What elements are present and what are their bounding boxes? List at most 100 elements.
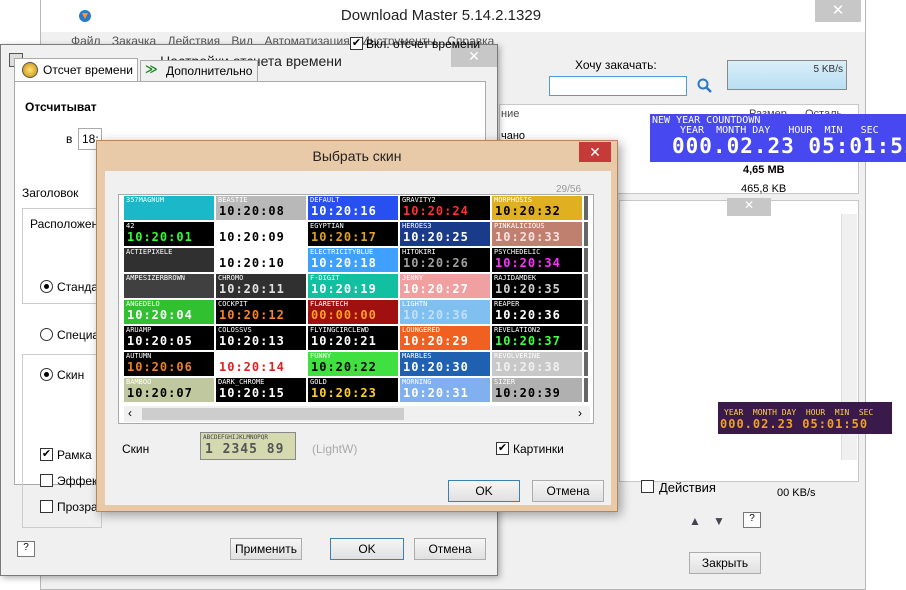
- skin-name: CHROMO: [218, 274, 244, 282]
- skin-tile[interactable]: BRYCE 10:20:10: [216, 248, 306, 272]
- skin-time: 00:00:00: [311, 308, 377, 322]
- skin-tile[interactable]: COLOSSVS 10:20:13: [216, 326, 306, 350]
- skin-tile[interactable]: HEROES3 10:20:25: [400, 222, 490, 246]
- actions-checkbox[interactable]: [641, 480, 654, 493]
- skin-tile[interactable]: BAMBOO 10:20:07: [124, 378, 214, 402]
- cancel-button[interactable]: Отмена: [414, 538, 486, 560]
- countdown-widget-large[interactable]: NEW YEAR COUNTDOWN YEAR MONTH DAY HOUR M…: [650, 114, 906, 162]
- skin-tile[interactable]: AMPESIZERBROWN: [124, 274, 214, 298]
- skin-time: 10:20:31: [403, 386, 469, 400]
- skin-tile[interactable]: BLACK_WHITE 10:20:09: [216, 222, 306, 246]
- skin-tile[interactable]: AUTUMN 10:20:06: [124, 352, 214, 376]
- speed-limit-readout: 00 KB/s: [777, 487, 816, 499]
- skin-time: 10:20:23: [311, 386, 377, 400]
- skin-tile[interactable]: CHROMO 10:20:11: [216, 274, 306, 298]
- skin-tile[interactable]: 42 10:20:01: [124, 222, 214, 246]
- skin-tile[interactable]: JENNY 10:20:27: [400, 274, 490, 298]
- radio-special[interactable]: [40, 328, 53, 341]
- transparency-checkbox[interactable]: [40, 500, 53, 513]
- frame-checkbox[interactable]: ✔: [40, 448, 53, 461]
- skin-name: GOLD: [310, 378, 327, 386]
- skin-tile[interactable]: DARK_CHROME 10:20:15: [216, 378, 306, 402]
- skin-tile[interactable]: HITOKIRI 10:20:26: [400, 248, 490, 272]
- skin-tile[interactable]: MORPHOSIS 10:20:32: [492, 196, 582, 220]
- skin-time: 10:20:01: [127, 230, 193, 244]
- close-button[interactable]: Закрыть: [689, 552, 761, 574]
- scroll-left-icon[interactable]: ‹: [128, 406, 132, 420]
- skin-tile[interactable]: MARBLES 10:20:30: [400, 352, 490, 376]
- cancel-button[interactable]: Отмена: [532, 480, 604, 502]
- skin-tile[interactable]: EGYPTIAN 10:20:17: [308, 222, 398, 246]
- skin-tile-edge: [584, 378, 588, 402]
- ok-button[interactable]: OK: [330, 538, 404, 560]
- column-name[interactable]: ние: [501, 108, 519, 120]
- skin-tile[interactable]: MORNING 10:20:31: [400, 378, 490, 402]
- skin-time: 10:20:29: [403, 334, 469, 348]
- pictures-checkbox[interactable]: ✔: [496, 442, 509, 455]
- close-icon[interactable]: ✕: [815, 0, 861, 22]
- skin-time: 10:20:09: [219, 230, 285, 244]
- move-up-icon[interactable]: ▲: [689, 514, 701, 528]
- count-to-label: Отсчитыват: [25, 100, 97, 114]
- position-label: Расположен: [30, 217, 99, 231]
- radio-standard[interactable]: [40, 280, 53, 293]
- radio-skin[interactable]: [40, 368, 53, 381]
- skin-tile[interactable]: PSYCHEDELIC 10:20:34: [492, 248, 582, 272]
- skin-time: 10:20:08: [219, 204, 285, 218]
- skin-tile[interactable]: ARUAMP 10:20:05: [124, 326, 214, 350]
- scrollbar-thumb[interactable]: [142, 408, 404, 420]
- skin-time: 10:20:32: [495, 204, 561, 218]
- list-item-size: 465,8 KB: [741, 183, 787, 195]
- skin-tile[interactable]: F-DIGIT 10:20:19: [308, 274, 398, 298]
- skin-tile[interactable]: DEFAULT 10:20:16: [308, 196, 398, 220]
- skin-name: LIGHTN: [402, 300, 428, 308]
- skin-tile[interactable]: GRAVITY2 10:20:24: [400, 196, 490, 220]
- help-icon[interactable]: ?: [743, 512, 761, 528]
- enable-countdown-checkbox[interactable]: ✔: [350, 37, 363, 50]
- skin-tile[interactable]: 357MAGNUM: [124, 196, 214, 220]
- skin-tile[interactable]: REVOLVERINE 10:20:38: [492, 352, 582, 376]
- skin-tile[interactable]: LIGHTN 10:20:36: [400, 300, 490, 324]
- url-label: Хочу закачать:: [575, 58, 657, 72]
- skin-tile[interactable]: GOLD 10:20:23: [308, 378, 398, 402]
- move-down-icon[interactable]: ▼: [713, 514, 725, 528]
- skin-time: 10:20:19: [311, 282, 377, 296]
- skin-tile[interactable]: BEASTIE 10:20:08: [216, 196, 306, 220]
- skin-tile[interactable]: SIZER 10:20:39: [492, 378, 582, 402]
- list-item-size: 4,65 MB: [743, 164, 785, 176]
- scroll-right-icon[interactable]: ›: [578, 406, 582, 420]
- close-icon[interactable]: ✕: [727, 198, 771, 216]
- skin-tile[interactable]: REAPER 10:20:36: [492, 300, 582, 324]
- skin-tile[interactable]: RAJIDAMDEK 10:20:35: [492, 274, 582, 298]
- skin-name: PINKALICIOUS: [494, 222, 545, 230]
- close-icon[interactable]: ✕: [579, 142, 611, 162]
- skin-name: ACTIEPIXELE: [126, 248, 173, 256]
- skin-time: 10:20:04: [127, 308, 193, 322]
- skin-tile[interactable]: REVELATION2 10:20:37: [492, 326, 582, 350]
- radio-skin-label: Скин: [57, 368, 85, 382]
- skin-tile[interactable]: LOUNGERED 10:20:29: [400, 326, 490, 350]
- skin-time: 10:20:24: [403, 204, 469, 218]
- url-input[interactable]: [549, 76, 687, 96]
- skin-tile[interactable]: FUNNY 10:20:22: [308, 352, 398, 376]
- skin-name: HEROES3: [402, 222, 432, 230]
- skin-grid[interactable]: 357MAGNUM BEASTIE 10:20:08 DEFAULT 10:20:16 G…: [124, 196, 590, 406]
- skin-time: 10:20:15: [219, 386, 285, 400]
- skin-tile[interactable]: FLYINGCIRCLEWD 10:20:21: [308, 326, 398, 350]
- help-icon[interactable]: ?: [17, 541, 35, 557]
- ok-button[interactable]: OK: [448, 480, 520, 502]
- skin-tile[interactable]: CRAYOLAMP 10:20:14: [216, 352, 306, 376]
- countdown-widget-small[interactable]: YEAR MONTH DAY HOUR MIN SEC 000.02.23 05…: [718, 402, 892, 434]
- skin-tile[interactable]: FLARETECH 00:00:00: [308, 300, 398, 324]
- skin-time: 10:20:27: [403, 282, 469, 296]
- search-icon[interactable]: [697, 78, 713, 94]
- skin-name: PSYCHEDELIC: [494, 248, 541, 256]
- skin-tile[interactable]: ELECTRICITYBLUE 10:20:18: [308, 248, 398, 272]
- skin-tile[interactable]: PINKALICIOUS 10:20:33: [492, 222, 582, 246]
- skin-tile[interactable]: ANGEDELO 10:20:04: [124, 300, 214, 324]
- effect-checkbox[interactable]: [40, 474, 53, 487]
- skin-tile[interactable]: ACTIEPIXELE: [124, 248, 214, 272]
- skin-time: 10:20:17: [311, 230, 377, 244]
- skin-tile[interactable]: COCKPIT 10:20:12: [216, 300, 306, 324]
- apply-button[interactable]: Применить: [230, 538, 302, 560]
